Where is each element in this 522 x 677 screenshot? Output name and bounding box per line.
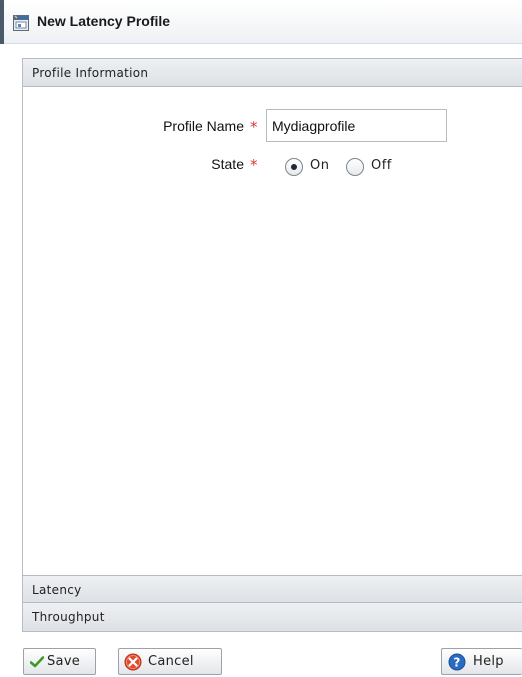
svg-text:?: ?	[453, 656, 460, 670]
required-marker: *	[250, 118, 258, 136]
state-on-radio[interactable]	[285, 158, 303, 176]
save-button-label: Save	[47, 654, 81, 669]
state-off-label[interactable]: Off	[371, 158, 392, 173]
radio-selected-dot	[291, 164, 297, 170]
required-marker: *	[250, 156, 258, 174]
checkmark-icon	[29, 656, 45, 672]
help-button-label: Help	[473, 654, 504, 669]
cancel-icon	[124, 653, 142, 675]
title-bar: New Latency Profile	[4, 0, 522, 44]
window-title: New Latency Profile	[37, 13, 171, 29]
new-profile-window-icon	[13, 15, 29, 31]
section-header-profile-information[interactable]: Profile Information	[23, 59, 522, 87]
save-button[interactable]: Save	[23, 648, 96, 675]
profile-name-label: Profile Name	[163, 118, 244, 134]
new-latency-profile-window: New Latency Profile Profile Information …	[0, 0, 522, 677]
cancel-button-label: Cancel	[148, 654, 194, 669]
help-icon: ?	[448, 653, 466, 675]
state-label: State	[211, 156, 244, 172]
cancel-button[interactable]: Cancel	[118, 648, 222, 675]
profile-information-content: Profile Name * Mydiagprofile State * On …	[23, 88, 522, 575]
state-on-label[interactable]: On	[310, 158, 329, 173]
section-header-throughput[interactable]: Throughput	[23, 603, 522, 632]
state-off-radio[interactable]	[346, 158, 364, 176]
profile-panel: Profile Information Profile Name * Mydia…	[22, 58, 522, 632]
section-header-latency[interactable]: Latency	[23, 575, 522, 603]
profile-name-input[interactable]: Mydiagprofile	[266, 109, 447, 142]
help-button[interactable]: ? Help	[441, 648, 522, 675]
